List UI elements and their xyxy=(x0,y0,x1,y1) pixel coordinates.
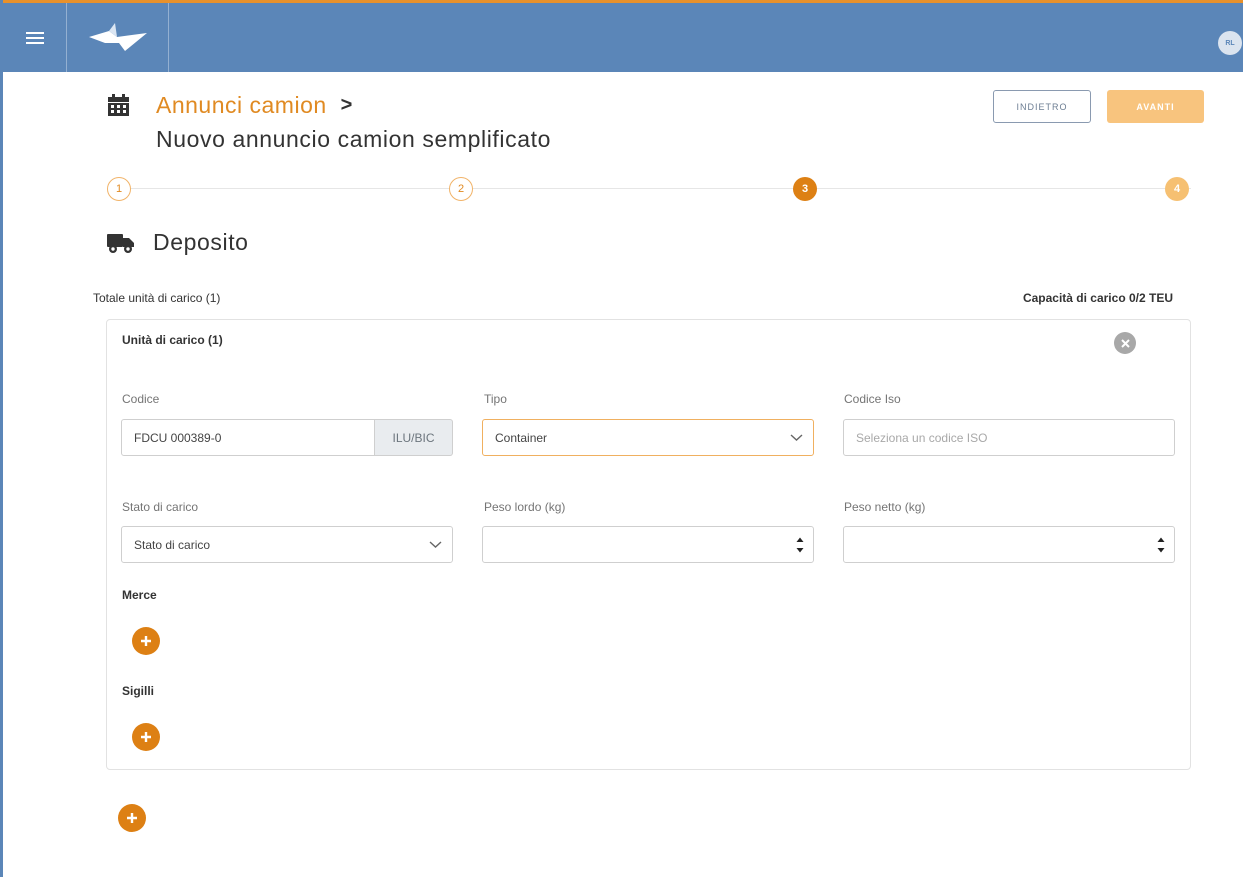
sigilli-label: Sigilli xyxy=(122,684,155,698)
calendar-icon xyxy=(108,94,129,116)
step-1[interactable]: 1 xyxy=(107,177,131,201)
page-header: Annunci camion > Nuovo annuncio camion s… xyxy=(107,92,551,153)
stato-carico-value: Stato di carico xyxy=(134,537,211,552)
tipo-value: Container xyxy=(495,430,548,445)
step-2[interactable]: 2 xyxy=(449,177,473,201)
app-logo[interactable] xyxy=(67,3,169,72)
plus-icon xyxy=(141,732,151,742)
remove-unit-button[interactable] xyxy=(1114,332,1136,354)
peso-lordo-input[interactable] xyxy=(482,526,814,563)
wizard-stepper: 1 2 3 4 xyxy=(107,176,1191,202)
peso-netto-input[interactable] xyxy=(843,526,1175,563)
plus-icon xyxy=(141,636,151,646)
stato-carico-select[interactable]: Stato di carico xyxy=(121,526,453,563)
breadcrumb: Annunci camion > xyxy=(107,92,551,119)
top-bar: RL xyxy=(3,0,1243,72)
card-title: Unità di carico (1) xyxy=(122,333,223,347)
peso-lordo-label: Peso lordo (kg) xyxy=(484,500,566,514)
number-spinner-icon[interactable] xyxy=(796,535,804,555)
capacity-label: Capacità di carico 0/2 TEU xyxy=(1022,291,1173,305)
add-load-unit-button[interactable] xyxy=(118,804,146,832)
peso-netto-label: Peso netto (kg) xyxy=(844,500,926,514)
merce-label: Merce xyxy=(122,588,157,602)
next-button[interactable]: AVANTI xyxy=(1107,90,1204,123)
load-unit-card: Unità di carico (1) Codice FDCU 000389-0… xyxy=(106,319,1191,770)
section-title: Deposito xyxy=(153,229,249,255)
hamburger-icon xyxy=(25,31,44,44)
step-3[interactable]: 3 xyxy=(793,177,817,201)
total-units-label: Totale unità di carico (1) xyxy=(93,291,221,305)
add-sigillo-button[interactable] xyxy=(132,723,160,751)
codice-iso-input[interactable]: Seleziona un codice ISO xyxy=(843,419,1175,456)
truck-icon xyxy=(107,233,134,253)
codice-input[interactable]: FDCU 000389-0 xyxy=(121,419,375,456)
app-frame: RL Annunci camion > Nuovo annuncio camio… xyxy=(0,0,1243,877)
back-button[interactable]: INDIETRO xyxy=(993,90,1091,123)
plus-icon xyxy=(127,813,137,823)
user-avatar[interactable]: RL xyxy=(1218,31,1242,55)
step-4[interactable]: 4 xyxy=(1165,177,1189,201)
stepper-line xyxy=(119,188,1191,189)
bird-logo-icon xyxy=(88,22,147,51)
chevron-down-icon xyxy=(429,541,442,548)
close-icon xyxy=(1120,338,1130,348)
chevron-down-icon xyxy=(790,434,803,441)
breadcrumb-separator: > xyxy=(340,94,353,116)
add-merce-button[interactable] xyxy=(132,627,160,655)
hamburger-menu-button[interactable] xyxy=(3,3,67,72)
number-spinner-icon[interactable] xyxy=(1157,535,1165,555)
breadcrumb-link-annunci-camion[interactable]: Annunci camion xyxy=(156,92,327,119)
codice-label: Codice xyxy=(122,392,160,406)
tipo-select[interactable]: Container xyxy=(482,419,814,456)
codice-addon: ILU/BIC xyxy=(375,419,453,456)
section-heading: Deposito xyxy=(107,229,249,256)
page-title: Nuovo annuncio camion semplificato xyxy=(156,126,551,152)
stato-carico-label: Stato di carico xyxy=(122,500,199,514)
tipo-label: Tipo xyxy=(484,392,507,406)
codice-iso-label: Codice Iso xyxy=(844,392,901,406)
